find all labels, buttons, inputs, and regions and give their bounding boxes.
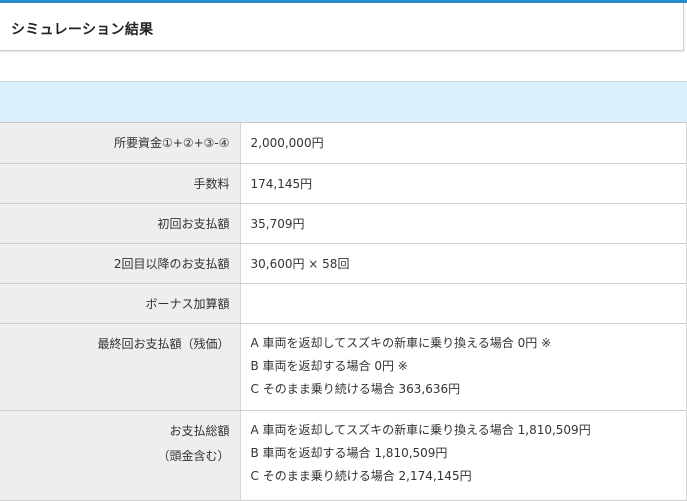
row-value: 2,000,000円	[240, 123, 687, 164]
table-row-fee: 手数料 174,145円	[0, 163, 687, 204]
final-payment-option-b: B 車両を返却する場合 0円 ※	[250, 358, 408, 373]
row-label: 初回お支払額	[0, 203, 241, 244]
row-label: ボーナス加算額	[0, 283, 241, 324]
row-value: 35,709円	[240, 203, 687, 244]
row-label: 所要資金①+②+③-④	[0, 123, 241, 164]
table-row-final-payment: 最終回お支払額（残価） A 車両を返却してスズキの新車に乗り換える場合 0円 ※…	[0, 323, 687, 411]
row-label: 最終回お支払額（残価）	[0, 323, 241, 411]
row-label: 手数料	[0, 163, 241, 204]
table-row-subsequent-payment: 2回目以降のお支払額 30,600円 × 58回	[0, 243, 687, 284]
row-value: 30,600円 × 58回	[240, 243, 687, 284]
page-title: シミュレーション結果	[11, 22, 154, 38]
result-header: シミュレーション結果	[0, 3, 684, 51]
final-payment-option-c: C そのまま乗り続ける場合 363,636円	[250, 381, 461, 396]
row-value	[240, 283, 687, 324]
simulation-result-page: シミュレーション結果 所要資金①+②+③-④ 2,000,000円 手数料 17…	[0, 0, 687, 501]
row-label-block: お支払総額 （頭金含む）	[0, 410, 241, 501]
total-payment-option-c: C そのまま乗り続ける場合 2,174,145円	[250, 468, 472, 483]
total-payment-option-b: B 車両を返却する場合 1,810,509円	[250, 445, 448, 460]
result-table-container: 所要資金①+②+③-④ 2,000,000円 手数料 174,145円 初回お支…	[0, 81, 687, 501]
row-label-sub: （頭金含む）	[157, 448, 230, 463]
row-label: 2回目以降のお支払額	[0, 243, 241, 284]
final-payment-option-a: A 車両を返却してスズキの新車に乗り換える場合 0円 ※	[250, 335, 552, 350]
total-payment-option-a: A 車両を返却してスズキの新車に乗り換える場合 1,810,509円	[250, 422, 591, 437]
row-value-list: A 車両を返却してスズキの新車に乗り換える場合 1,810,509円 B 車両を…	[240, 410, 687, 501]
table-row-bonus: ボーナス加算額	[0, 283, 687, 324]
result-table: 所要資金①+②+③-④ 2,000,000円 手数料 174,145円 初回お支…	[0, 123, 687, 501]
table-row-required-funds: 所要資金①+②+③-④ 2,000,000円	[0, 123, 687, 164]
row-label: お支払総額	[169, 423, 230, 438]
table-header-band	[0, 82, 687, 123]
row-value: 174,145円	[240, 163, 687, 204]
row-value-list: A 車両を返却してスズキの新車に乗り換える場合 0円 ※ B 車両を返却する場合…	[240, 323, 687, 411]
table-row-first-payment: 初回お支払額 35,709円	[0, 203, 687, 244]
table-row-total-payment: お支払総額 （頭金含む） A 車両を返却してスズキの新車に乗り換える場合 1,8…	[0, 410, 687, 501]
